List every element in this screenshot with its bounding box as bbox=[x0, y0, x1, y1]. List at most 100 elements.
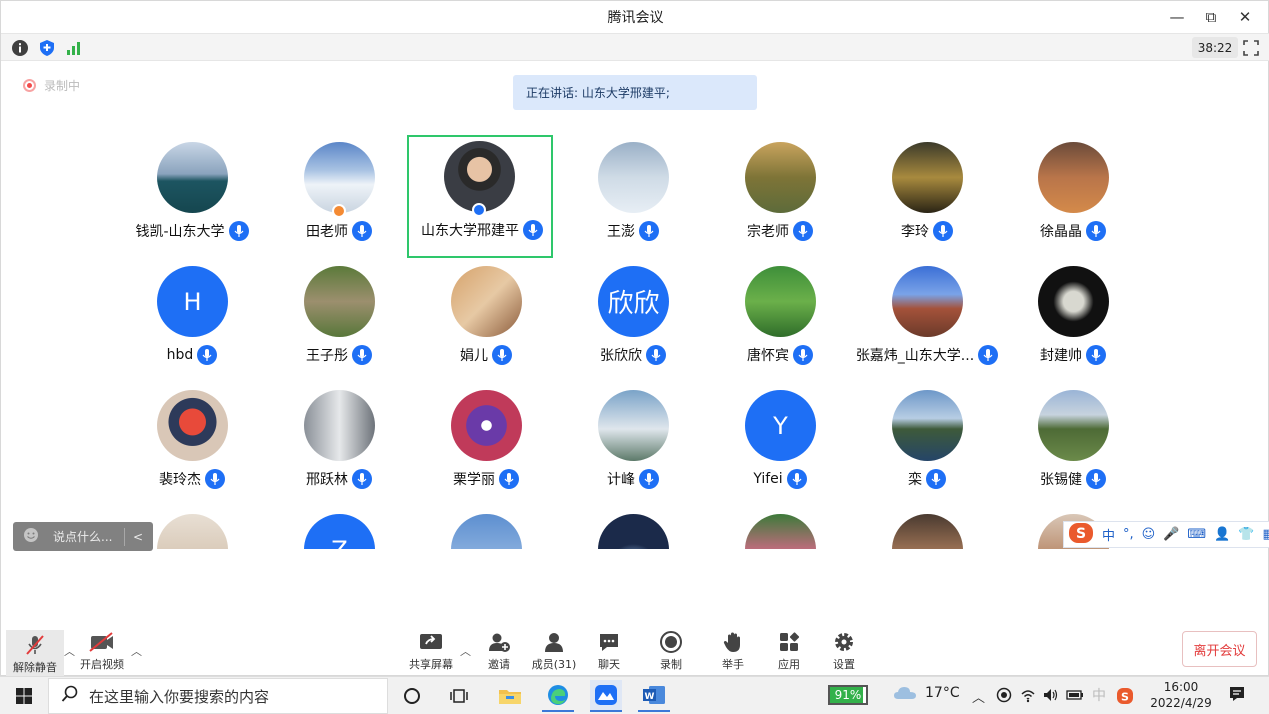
participant-tile[interactable]: 计峰 bbox=[560, 384, 706, 507]
ime-emoji-icon[interactable]: ☺ bbox=[1142, 527, 1156, 542]
participant-tile[interactable]: 娟儿 bbox=[413, 260, 559, 383]
ime-mode[interactable]: 中 bbox=[1102, 525, 1115, 544]
ime-keyboard-icon[interactable]: ⌨ bbox=[1187, 527, 1206, 542]
participant-tile[interactable]: 山东大学邢建平 bbox=[407, 135, 553, 258]
participant-name-row: 田老师 bbox=[266, 220, 412, 242]
leave-meeting-button[interactable]: 离开会议 bbox=[1182, 631, 1257, 667]
share-screen-button[interactable]: 共享屏幕 bbox=[405, 631, 457, 675]
avatar-initials: Z bbox=[331, 536, 347, 550]
tencent-meeting-taskbar-icon[interactable] bbox=[590, 680, 622, 712]
participant-name-row: 栾 bbox=[854, 468, 1000, 490]
participant-tile[interactable]: 唐怀宾 bbox=[707, 260, 853, 383]
battery-indicator[interactable]: 91% bbox=[828, 685, 868, 705]
windows-start-icon[interactable] bbox=[8, 680, 40, 712]
participant-tile[interactable]: 田老师 bbox=[266, 136, 412, 259]
file-explorer-icon[interactable] bbox=[494, 680, 526, 712]
battery-tray-icon[interactable] bbox=[1066, 687, 1084, 707]
participant-tile[interactable]: 裴玲杰 bbox=[119, 384, 265, 507]
participant-name: 王子彤 bbox=[306, 348, 348, 364]
ime-menu-icon[interactable]: ▦ bbox=[1263, 527, 1269, 542]
participant-tile[interactable] bbox=[707, 508, 853, 549]
task-view-icon[interactable] bbox=[443, 680, 475, 712]
weather-widget[interactable]: 17°C bbox=[893, 685, 960, 701]
avatar bbox=[451, 266, 522, 337]
ime-skin-icon[interactable]: 👕 bbox=[1238, 527, 1254, 542]
avatar: Z bbox=[304, 514, 375, 549]
participant-tile[interactable]: 张嘉炜_山东大学... bbox=[854, 260, 1000, 383]
record-tray-icon[interactable] bbox=[996, 687, 1012, 707]
taskbar-search-placeholder[interactable]: 在这里输入你要搜索的内容 bbox=[89, 686, 269, 707]
share-options-caret[interactable]: ︿ bbox=[460, 643, 471, 659]
mic-icon bbox=[492, 345, 512, 365]
audio-options-caret[interactable]: ︿ bbox=[64, 643, 75, 659]
avatar bbox=[304, 142, 375, 213]
apps-button[interactable]: 应用 bbox=[769, 631, 809, 675]
sogou-logo-icon[interactable]: S bbox=[1068, 522, 1094, 548]
unmute-button[interactable]: 解除静音 bbox=[6, 630, 64, 677]
participant-name-row: 王澎 bbox=[560, 220, 706, 242]
ime-indicator[interactable]: 中 bbox=[1092, 685, 1106, 705]
participant-tile[interactable]: 宗老师 bbox=[707, 136, 853, 259]
cortana-icon[interactable] bbox=[396, 680, 428, 712]
participant-tile[interactable]: 钱凯-山东大学 bbox=[119, 136, 265, 259]
chat-input-placeholder[interactable]: 说点什么... bbox=[53, 528, 124, 545]
start-video-button[interactable]: 开启视频 bbox=[75, 631, 129, 675]
clock-date: 2022/4/29 bbox=[1150, 696, 1212, 710]
avatar: 欣欣 bbox=[598, 266, 669, 337]
word-icon[interactable]: W bbox=[638, 680, 670, 712]
chat-collapse-button[interactable]: < bbox=[133, 530, 143, 544]
participant-tile[interactable]: 李玲 bbox=[854, 136, 1000, 259]
ime-punct[interactable]: °, bbox=[1123, 527, 1134, 542]
record-button[interactable]: 录制 bbox=[651, 631, 691, 675]
invite-button[interactable]: 邀请 bbox=[479, 631, 519, 675]
mic-icon bbox=[933, 221, 953, 241]
participant-tile[interactable]: 徐晶晶 bbox=[1000, 136, 1146, 259]
participant-tile[interactable] bbox=[854, 508, 1000, 549]
participant-tile[interactable]: Hhbd bbox=[119, 260, 265, 383]
participant-name: 田老师 bbox=[306, 224, 348, 240]
participant-tile[interactable]: 栾 bbox=[854, 384, 1000, 507]
participant-tile[interactable]: 欣欣 张欣欣 bbox=[560, 260, 706, 383]
video-options-caret[interactable]: ︿ bbox=[131, 643, 142, 659]
participant-tile[interactable]: 张锡健 bbox=[1000, 384, 1146, 507]
wifi-icon[interactable] bbox=[1020, 687, 1036, 707]
participant-tile[interactable]: 王澎 bbox=[560, 136, 706, 259]
notification-icon[interactable] bbox=[1228, 685, 1246, 707]
emoji-icon[interactable] bbox=[23, 527, 39, 546]
chat-button[interactable]: 聊天 bbox=[589, 631, 629, 675]
participant-tile[interactable]: 栗学丽 bbox=[413, 384, 559, 507]
search-icon bbox=[61, 685, 79, 707]
participant-tile[interactable]: Z bbox=[266, 508, 412, 549]
ime-voice-icon[interactable]: 🎤 bbox=[1163, 527, 1179, 542]
avatar: H bbox=[157, 266, 228, 337]
taskbar-search-box[interactable]: 在这里输入你要搜索的内容 bbox=[48, 678, 388, 714]
tray-overflow-caret[interactable]: ︿ bbox=[972, 687, 985, 706]
settings-button[interactable]: 设置 bbox=[824, 631, 864, 675]
avatar-initials: 欣欣 bbox=[607, 289, 660, 319]
volume-icon[interactable] bbox=[1042, 687, 1058, 707]
chat-input-bar[interactable]: 说点什么... < bbox=[13, 522, 153, 551]
speaking-banner: 正在讲话: 山东大学邢建平; bbox=[513, 75, 757, 110]
participant-tile[interactable]: Y Yifei bbox=[707, 384, 853, 507]
sogou-tray-icon[interactable]: S bbox=[1116, 687, 1134, 709]
mic-icon bbox=[352, 345, 372, 365]
avatar bbox=[598, 514, 669, 549]
system-clock[interactable]: 16:00 2022/4/29 bbox=[1146, 679, 1216, 711]
participant-tile[interactable]: 封建帅 bbox=[1000, 260, 1146, 383]
raise-hand-button[interactable]: 举手 bbox=[713, 631, 753, 675]
participant-tile[interactable] bbox=[560, 508, 706, 549]
participant-name: 张锡健 bbox=[1040, 472, 1082, 488]
participant-tile[interactable]: 王子彤 bbox=[266, 260, 412, 383]
avatar bbox=[451, 390, 522, 461]
mic-icon bbox=[786, 469, 807, 489]
mic-icon bbox=[639, 221, 659, 241]
members-button[interactable]: 成员(31) bbox=[529, 631, 579, 675]
participant-tile[interactable]: 邢跃林 bbox=[266, 384, 412, 507]
participant-tile[interactable] bbox=[413, 508, 559, 549]
ime-user-icon[interactable]: 👤 bbox=[1214, 527, 1230, 542]
participant-name-row: 徐晶晶 bbox=[1000, 220, 1146, 242]
clock-time: 16:00 bbox=[1163, 680, 1199, 694]
avatar bbox=[1038, 142, 1109, 213]
edge-browser-icon[interactable] bbox=[542, 680, 574, 712]
participant-name: 钱凯-山东大学 bbox=[135, 224, 225, 240]
